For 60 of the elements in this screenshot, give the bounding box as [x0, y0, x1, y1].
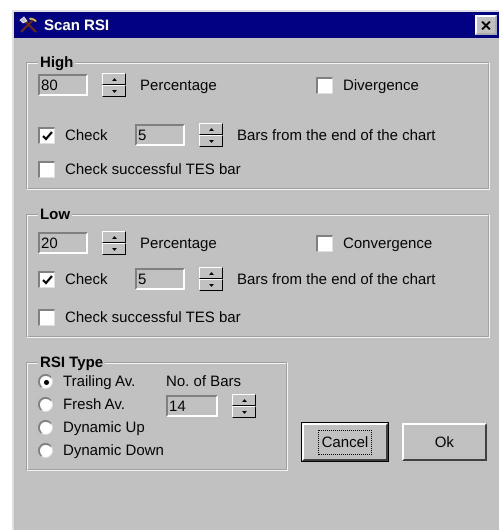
checkbox-label: Check	[65, 270, 109, 288]
percentage-field[interactable]: 20	[38, 232, 88, 254]
spin-up-button[interactable]	[199, 123, 223, 135]
checkbox-label: Check successful TES bar	[65, 309, 241, 326]
checkmark-icon	[42, 274, 52, 284]
dialog-button[interactable]: Ok	[402, 423, 487, 461]
checkmark-icon	[42, 130, 52, 140]
radio-button[interactable]	[38, 397, 53, 412]
down-arrow-icon	[242, 410, 246, 414]
spin-up-button[interactable]	[102, 73, 126, 85]
field-label: Percentage	[140, 234, 218, 252]
up-arrow-icon	[112, 236, 116, 238]
field-label: Percentage	[140, 76, 218, 94]
field-label: Bars from the end of the chart	[237, 270, 436, 288]
close-icon	[481, 20, 491, 30]
radio-label: Dynamic Down	[63, 442, 164, 459]
spin-down-button[interactable]	[102, 85, 126, 97]
checkbox[interactable]	[38, 161, 55, 178]
group-title: High	[39, 54, 74, 71]
radio-label: Fresh Av.	[63, 396, 125, 413]
spin-up-button[interactable]	[102, 231, 126, 243]
down-arrow-icon	[112, 90, 116, 92]
field-label: No. of Bars	[166, 373, 242, 390]
bars-field[interactable]: 5	[135, 268, 185, 290]
up-arrow-icon	[242, 398, 246, 402]
field-label: Bars from the end of the chart	[237, 126, 436, 144]
radio-button[interactable]	[38, 374, 53, 389]
checkbox[interactable]	[316, 234, 333, 252]
close-button[interactable]	[475, 15, 497, 35]
checkbox-label: Check successful TES bar	[65, 161, 241, 178]
spin-down-button[interactable]	[199, 135, 223, 147]
checkbox[interactable]	[38, 270, 55, 288]
radio-button[interactable]	[38, 443, 53, 458]
down-arrow-icon	[208, 140, 214, 142]
up-arrow-icon	[112, 78, 116, 80]
up-arrow-icon	[208, 272, 214, 274]
radio-label: Trailing Av.	[63, 373, 136, 390]
bars-field[interactable]: 5	[135, 124, 185, 146]
bars-field[interactable]: 14	[166, 395, 218, 417]
percentage-field[interactable]: 80	[38, 74, 88, 96]
dialog-button[interactable]: Cancel	[302, 423, 388, 461]
checkbox-label: Check	[65, 126, 109, 144]
checkbox[interactable]	[38, 309, 55, 326]
radio-button[interactable]	[38, 420, 53, 435]
spin-down-button[interactable]	[232, 406, 256, 418]
radio-label: Dynamic Up	[63, 419, 145, 436]
checkbox[interactable]	[316, 76, 333, 94]
group-title: Low	[39, 206, 71, 223]
spin-up-button[interactable]	[199, 267, 223, 279]
checkbox-label: Convergence	[343, 234, 432, 252]
down-arrow-icon	[112, 248, 116, 250]
spin-up-button[interactable]	[232, 394, 256, 406]
down-arrow-icon	[208, 284, 214, 286]
checkbox-label: Divergence	[343, 76, 419, 94]
spin-down-button[interactable]	[199, 279, 223, 291]
up-arrow-icon	[208, 128, 214, 130]
spin-down-button[interactable]	[102, 243, 126, 255]
group-title: RSI Type	[39, 354, 104, 371]
checkbox[interactable]	[38, 126, 55, 144]
window-title: Scan RSI	[44, 16, 110, 34]
